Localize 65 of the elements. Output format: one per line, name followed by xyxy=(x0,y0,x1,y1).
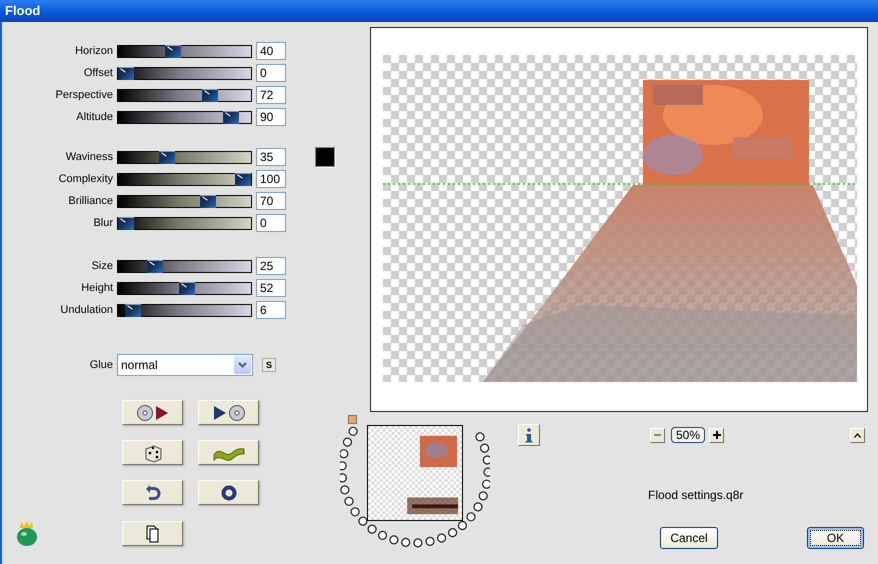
value-field[interactable]: 35 xyxy=(256,148,286,166)
slider-label: Complexity xyxy=(58,172,114,187)
dice-icon xyxy=(142,442,162,462)
caret-up-icon xyxy=(854,432,862,438)
color-swatch[interactable] xyxy=(315,147,335,167)
value-field[interactable]: 72 xyxy=(256,86,286,104)
value-field[interactable]: 0 xyxy=(256,64,286,82)
disc-arrow-icon xyxy=(136,404,170,422)
window-title: Flood xyxy=(0,0,878,22)
zoom-value: 50% xyxy=(671,427,706,443)
slider-thumb[interactable] xyxy=(118,66,134,80)
value-field[interactable]: 6 xyxy=(256,301,286,319)
square-marker-icon xyxy=(348,415,357,424)
slider-label: Offset xyxy=(82,66,114,81)
slider-label: Height xyxy=(80,280,114,296)
copy-button[interactable] xyxy=(122,521,183,546)
slider-label: Waviness xyxy=(64,150,114,165)
collapse-button[interactable] xyxy=(850,428,866,442)
value-field[interactable]: 52 xyxy=(256,279,286,297)
random-button[interactable] xyxy=(122,440,183,465)
slider-label: Brilliance xyxy=(67,194,114,209)
slider-label: Undulation xyxy=(59,302,114,318)
value-field[interactable]: 100 xyxy=(256,170,286,188)
value-field[interactable]: 40 xyxy=(256,42,286,60)
zoom-in-button[interactable] xyxy=(709,428,724,442)
glue-dropdown[interactable]: normal xyxy=(117,354,253,376)
value-field[interactable]: 70 xyxy=(256,192,286,210)
slider-thumb[interactable] xyxy=(125,304,142,316)
reset-button[interactable] xyxy=(198,480,259,505)
slider-thumb[interactable] xyxy=(147,260,164,272)
slider-thumb[interactable] xyxy=(202,88,218,102)
slider-thumb[interactable] xyxy=(200,194,216,208)
chevron-down-icon xyxy=(238,362,247,368)
slider-label: Altitude xyxy=(75,110,114,125)
side-button[interactable]: S xyxy=(262,358,276,372)
slider-thumb[interactable] xyxy=(178,282,195,294)
slider-label: Size xyxy=(90,258,114,274)
slider-thumb[interactable] xyxy=(118,216,134,230)
ring-icon xyxy=(220,484,236,500)
value-field[interactable]: 90 xyxy=(256,108,286,126)
info-button[interactable] xyxy=(518,424,540,446)
value-field[interactable]: 0 xyxy=(256,214,286,232)
save-button[interactable] xyxy=(198,400,259,425)
info-icon xyxy=(525,428,533,442)
slider-label: Perspective xyxy=(54,88,114,103)
dialog-button[interactable]: Cancel xyxy=(660,527,718,549)
dialog-button[interactable]: OK xyxy=(807,527,864,549)
undo-button[interactable] xyxy=(122,480,183,505)
slider-thumb[interactable] xyxy=(164,44,181,58)
minus-icon xyxy=(654,434,661,436)
zoom-out-button[interactable] xyxy=(650,428,665,442)
plus-icon xyxy=(712,431,721,439)
glue-label: Glue xyxy=(88,358,114,373)
slider-thumb[interactable] xyxy=(223,110,240,124)
slider-label: Horizon xyxy=(74,44,114,59)
settings-file-name: Flood settings.q8r xyxy=(648,487,744,504)
arrow-disc-icon xyxy=(212,404,246,422)
slider-thumb[interactable] xyxy=(158,150,175,164)
value-field[interactable]: 25 xyxy=(256,257,286,275)
load-button[interactable] xyxy=(122,400,183,425)
slider-label: Blur xyxy=(92,216,114,231)
pages-icon xyxy=(144,524,160,542)
slider-thumb[interactable] xyxy=(235,172,251,186)
wave-button[interactable] xyxy=(198,440,259,465)
undo-arrow-icon xyxy=(144,484,160,502)
